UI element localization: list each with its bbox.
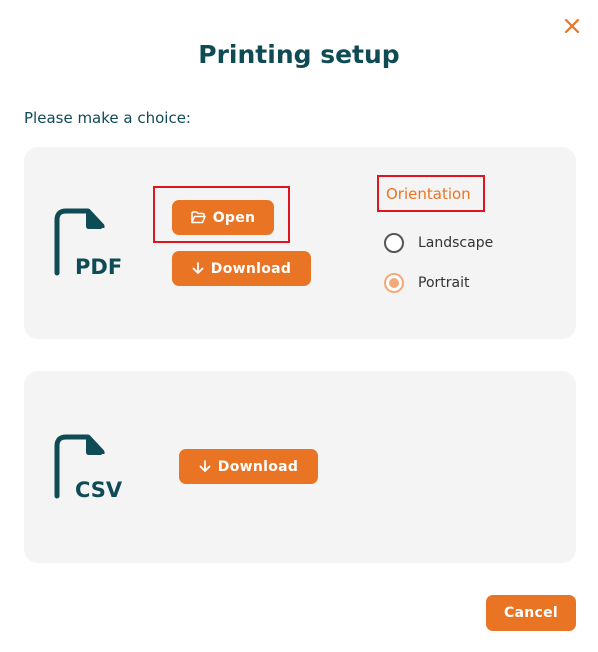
orientation-highlight-box [377,175,485,212]
download-arrow-icon [192,262,204,274]
portrait-radio[interactable] [384,273,404,293]
orientation-option-landscape[interactable]: Landscape [384,233,493,253]
dialog-title: Printing setup [198,40,400,69]
csv-file-icon: CSV [54,434,123,502]
landscape-radio[interactable] [384,233,404,253]
pdf-icon-text: PDF [75,255,122,278]
pdf-download-button[interactable]: Download [172,251,311,286]
open-highlight-box [153,186,290,243]
cancel-button[interactable]: Cancel [486,595,576,631]
printing-setup-dialog: Printing setup Please make a choice: PDF… [0,0,598,652]
cancel-label: Cancel [503,605,559,621]
csv-download-button[interactable]: Download [179,449,318,484]
pdf-download-label: Download [210,260,292,277]
close-button[interactable] [560,14,584,38]
pdf-file-icon: PDF [54,208,122,278]
csv-download-label: Download [217,458,299,475]
choice-prompt: Please make a choice: [24,109,191,127]
download-arrow-icon [199,460,211,472]
portrait-label: Portrait [418,275,470,291]
close-icon [564,18,580,34]
csv-icon-text: CSV [75,478,123,502]
landscape-label: Landscape [418,235,494,251]
orientation-option-portrait[interactable]: Portrait [384,273,469,293]
